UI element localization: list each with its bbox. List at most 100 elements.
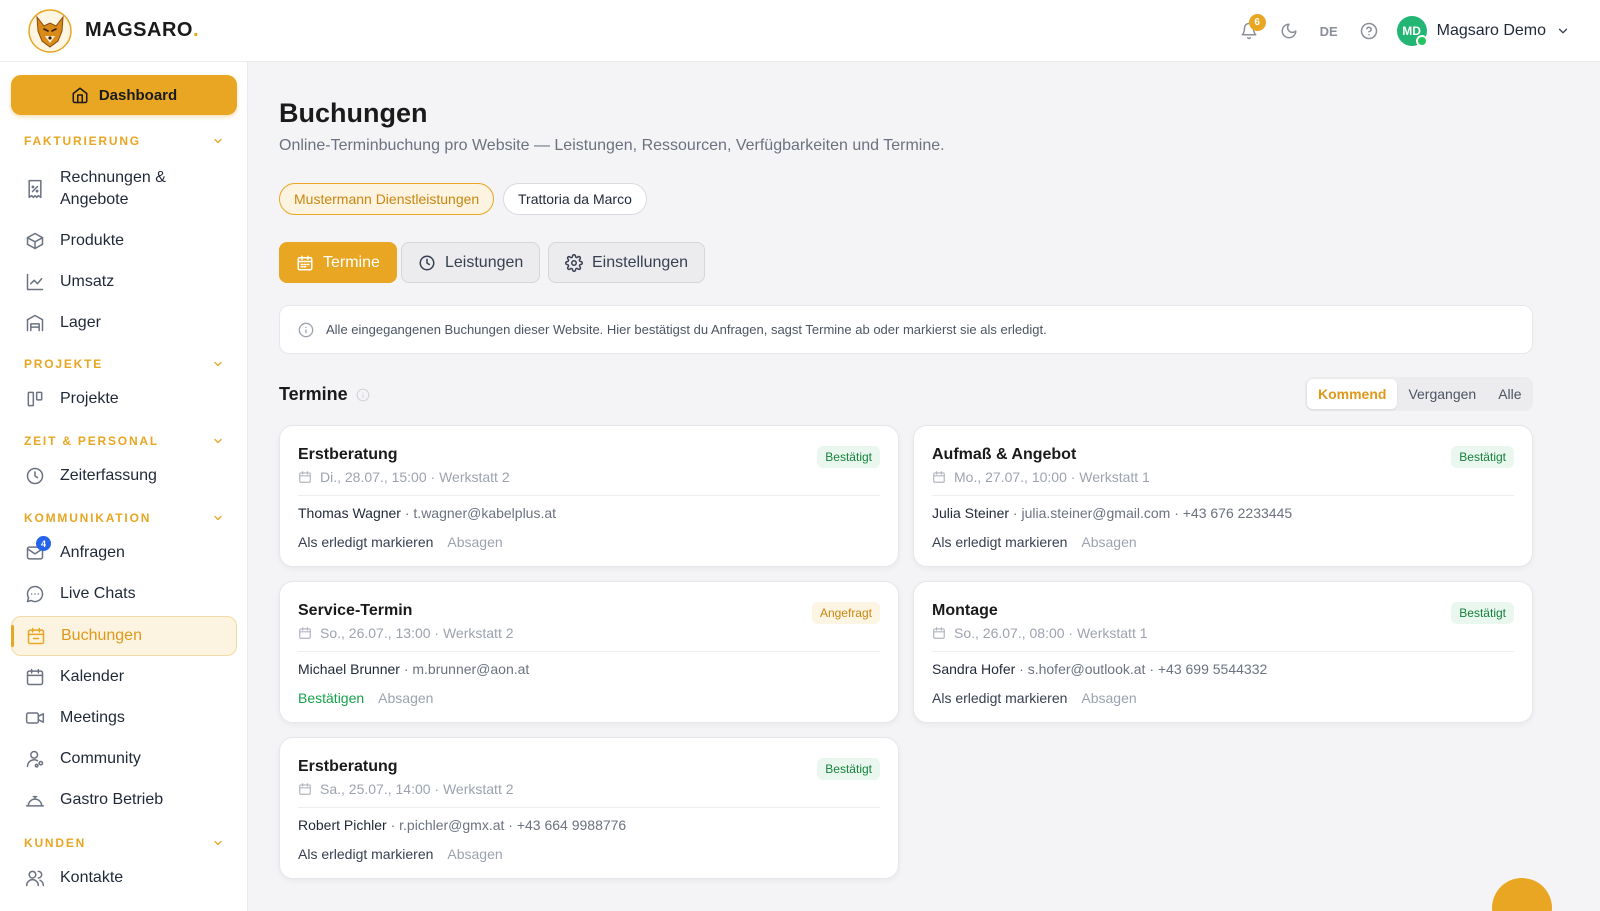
anfragen-count-badge: 4 [36, 536, 51, 551]
status-badge: Bestätigt [817, 446, 880, 468]
gear-icon [565, 253, 583, 272]
site-chip-mustermann[interactable]: Mustermann Dienstleistungen [279, 183, 495, 215]
divider [932, 651, 1514, 652]
language-switch[interactable]: DE [1309, 11, 1349, 51]
dashboard-label: Dashboard [98, 86, 178, 104]
wolf-logo[interactable] [28, 9, 72, 53]
sidebar-item-produkte[interactable]: Produkte [11, 226, 237, 256]
booking-card[interactable]: Montage So., 26.07., 08:00 · Werkstatt 1… [913, 581, 1533, 723]
page-title: Buchungen [279, 98, 428, 128]
section-title-termine: Termine [279, 384, 370, 405]
help-button[interactable] [1349, 11, 1389, 51]
chat-icon [25, 584, 45, 604]
status-badge: Bestätigt [1451, 602, 1514, 624]
box-icon [25, 231, 45, 251]
booking-title: Erstberatung [298, 446, 398, 463]
avatar: MD [1396, 16, 1428, 47]
video-icon [25, 708, 45, 728]
chart-line-icon [25, 272, 45, 292]
chevron-down-icon [214, 840, 222, 846]
sidebar-item-kalender[interactable]: Kalender [11, 662, 237, 692]
site-chip-trattoria[interactable]: Trattoria da Marco [503, 183, 647, 215]
users-icon [25, 868, 45, 888]
booking-card[interactable]: Erstberatung Di., 28.07., 15:00 · Werkst… [279, 425, 899, 567]
sidebar-item-umsatz[interactable]: Umsatz [11, 267, 237, 297]
mark-done-button[interactable]: Als erledigt markieren [932, 534, 1067, 550]
sidebar-item-kontakte[interactable]: Kontakte [11, 863, 237, 893]
calendar-icon [25, 667, 45, 687]
booking-title: Montage [932, 602, 998, 619]
section-kommunikation[interactable]: KOMMUNIKATION [24, 511, 224, 525]
divider [298, 495, 880, 496]
cancel-button[interactable]: Absagen [1081, 690, 1136, 706]
chevron-down-icon [1558, 28, 1568, 34]
community-icon [25, 749, 45, 769]
calendar-check-icon [26, 626, 46, 646]
section-projekte[interactable]: PROJEKTE [24, 357, 224, 371]
warehouse-icon [25, 313, 45, 333]
cancel-button[interactable]: Absagen [447, 534, 502, 550]
dashboard-button[interactable]: Dashboard [11, 75, 237, 115]
user-name: Magsaro Demo [1436, 22, 1546, 39]
chevron-down-icon [214, 438, 222, 444]
cancel-button[interactable]: Absagen [378, 690, 433, 706]
section-kunden[interactable]: KUNDEN [24, 836, 224, 850]
status-badge: Angefragt [811, 602, 880, 624]
booking-meta: Di., 28.07., 15:00 · Werkstatt 2 [298, 469, 510, 485]
tab-einstellungen[interactable]: Einstellungen [548, 242, 706, 283]
page-subtitle: Online-Terminbuchung pro Website — Leist… [279, 137, 945, 154]
tab-termine[interactable]: Termine [279, 242, 397, 283]
booking-meta: So., 26.07., 13:00 · Werkstatt 2 [298, 625, 514, 641]
sidebar-item-meetings[interactable]: Meetings [11, 703, 237, 733]
notifications-button[interactable]: 6 [1229, 11, 1269, 51]
brand-name[interactable]: MAGSARO. [85, 19, 199, 42]
booking-card[interactable]: Service-Termin So., 26.07., 13:00 · Werk… [279, 581, 899, 723]
clock-icon [25, 466, 45, 486]
sidebar-item-rechnungen[interactable]: Rechnungen & Angebote [11, 163, 237, 215]
status-badge: Bestätigt [1451, 446, 1514, 468]
filter-alle[interactable]: Alle [1487, 379, 1532, 409]
sidebar-item-gastro[interactable]: Gastro Betrieb [11, 785, 237, 815]
filter-vergangen[interactable]: Vergangen [1397, 379, 1487, 409]
section-fakturierung[interactable]: FAKTURIERUNG [24, 134, 224, 148]
time-filter: Kommend Vergangen Alle [1305, 377, 1533, 411]
info-box: Alle eingegangenen Buchungen dieser Webs… [279, 305, 1533, 354]
sidebar-item-zeiterfassung[interactable]: Zeiterfassung [11, 461, 237, 491]
sidebar-item-lager[interactable]: Lager [11, 308, 237, 338]
booking-card[interactable]: Erstberatung Sa., 25.07., 14:00 · Werkst… [279, 737, 899, 879]
cancel-button[interactable]: Absagen [447, 846, 502, 862]
moon-icon [1281, 23, 1297, 39]
user-menu[interactable]: MD Magsaro Demo [1396, 16, 1570, 47]
chevron-down-icon [214, 138, 222, 144]
booking-contact: Robert Pichler · r.pichler@gmx.at · +43 … [298, 817, 627, 833]
mark-done-button[interactable]: Als erledigt markieren [298, 846, 433, 862]
tab-leistungen[interactable]: Leistungen [401, 242, 541, 283]
sidebar-item-buchungen[interactable]: Buchungen [11, 616, 237, 656]
sidebar-item-live-chats[interactable]: Live Chats [11, 579, 237, 609]
booking-card[interactable]: Aufmaß & Angebot Mo., 27.07., 10:00 · We… [913, 425, 1533, 567]
booking-title: Service-Termin [298, 602, 413, 619]
mark-done-button[interactable]: Als erledigt markieren [932, 690, 1067, 706]
sidebar-item-community[interactable]: Community [11, 744, 237, 774]
mail-icon: 4 [25, 536, 51, 563]
booking-title: Aufmaß & Angebot [932, 446, 1077, 463]
info-icon[interactable] [356, 388, 370, 402]
kanban-icon [25, 389, 45, 409]
main-content: Buchungen Online-Terminbuchung pro Websi… [248, 62, 1600, 911]
filter-kommend[interactable]: Kommend [1307, 379, 1398, 409]
sidebar-item-anfragen[interactable]: 4 Anfragen [11, 536, 237, 568]
mark-done-button[interactable]: Als erledigt markieren [298, 534, 433, 550]
calendar-icon [933, 627, 945, 639]
booking-contact: Sandra Hofer · s.hofer@outlook.at · +43 … [932, 661, 1268, 677]
theme-toggle-button[interactable] [1269, 11, 1309, 51]
notification-count-badge: 6 [1248, 14, 1266, 31]
help-circle-icon [1360, 22, 1377, 40]
cancel-button[interactable]: Absagen [1081, 534, 1136, 550]
home-icon [72, 87, 88, 104]
confirm-button[interactable]: Bestätigen [298, 690, 364, 706]
divider [298, 651, 880, 652]
sidebar-item-projekte[interactable]: Projekte [11, 384, 237, 414]
section-zeit-personal[interactable]: ZEIT & PERSONAL [24, 434, 224, 448]
booking-title: Erstberatung [298, 758, 398, 775]
booking-contact: Julia Steiner · julia.steiner@gmail.com … [932, 505, 1293, 521]
